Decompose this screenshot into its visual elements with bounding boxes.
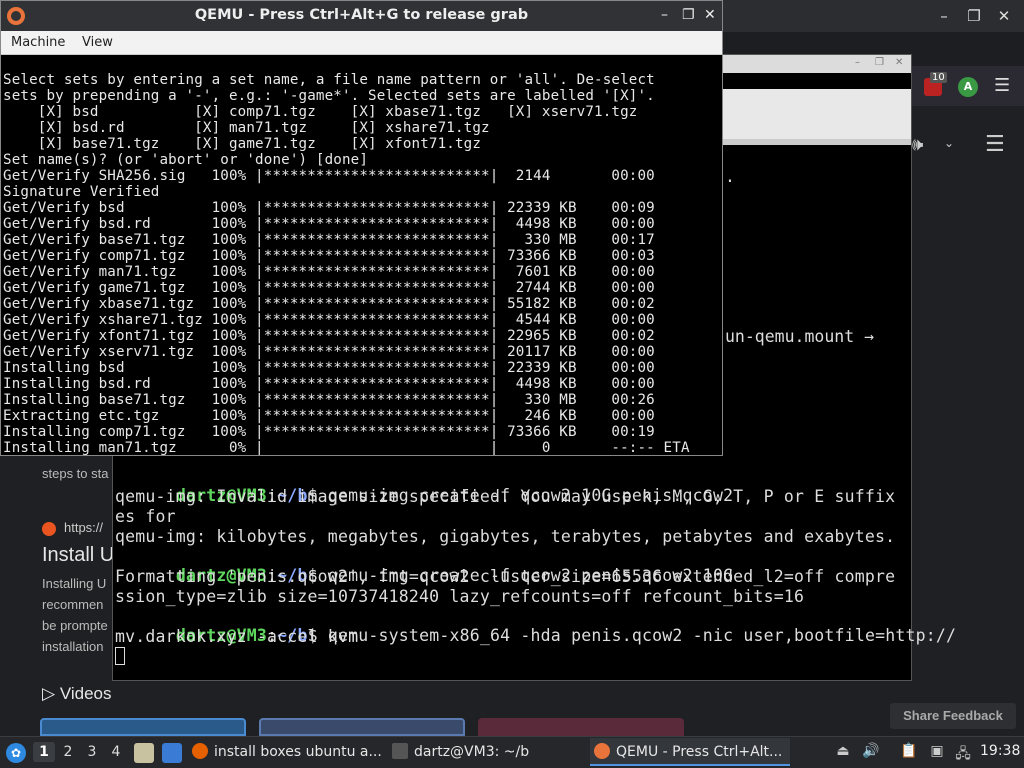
menu-view[interactable]: View (82, 35, 113, 50)
vm-console-line: Signature Verified (3, 184, 160, 200)
network-icon[interactable]: 🖧 (954, 743, 972, 767)
maximize-icon[interactable]: ❐ (682, 7, 695, 23)
videos-heading[interactable]: ▷ Videos (42, 684, 112, 704)
result-url[interactable]: https:// (64, 520, 103, 535)
terminal-line: ssion_type=zlib size=10737418240 lazy_re… (115, 587, 805, 606)
video-thumbnail[interactable] (478, 718, 684, 736)
video-thumbnail[interactable] (40, 718, 246, 736)
workspace-2[interactable]: 2 (57, 744, 79, 760)
vm-console-line: Set name(s)? (or 'abort' or 'done') [don… (3, 152, 369, 168)
vm-console-line: Get/Verify man71.tgz 100% |*************… (3, 264, 655, 280)
result-title[interactable]: Install U (42, 544, 114, 567)
video-thumbnail[interactable] (259, 718, 465, 736)
vm-console-line: Get/Verify xbase71.tgz 100% |***********… (3, 296, 655, 312)
firefox-icon (192, 743, 208, 759)
clock: 19:38 (980, 743, 1021, 759)
start-menu-icon[interactable]: ✿ (6, 743, 26, 763)
minimize-icon[interactable]: – (934, 6, 954, 26)
play-icon: ▷ (42, 684, 56, 703)
terminal-line: Formatting 'penis.qcow2', fmt=qcow2 clus… (115, 567, 896, 586)
speaker-icon[interactable]: 🕪 (912, 134, 923, 155)
result-snippet-line: installation (42, 639, 104, 654)
browser-menu-icon[interactable]: ☰ (994, 75, 1010, 96)
vm-console-line: [X] bsd [X] comp71.tgz [X] xbase71.tgz [… (3, 104, 638, 120)
close-icon[interactable]: ✕ (994, 6, 1014, 26)
eject-icon[interactable]: ⏏ (834, 743, 852, 759)
qemu-titlebar[interactable]: QEMU - Press Ctrl+Alt+G to release grab … (1, 1, 722, 31)
steps-text: steps to sta (42, 466, 109, 481)
volume-icon[interactable]: 🔊 (862, 743, 880, 759)
terminal-line: mv.darkok.xyz -accel kvm (115, 627, 359, 646)
vm-console-line: Get/Verify comp71.tgz 100% |************… (3, 248, 655, 264)
qemu-window-title: QEMU - Press Ctrl+Alt+G to release grab (194, 7, 529, 23)
vm-console-line: Get/Verify SHA256.sig 100% |************… (3, 168, 655, 184)
terminal-fragment: un-qemu.mount → (725, 327, 875, 346)
vm-console-line: Installing man71.tgz 0% | | 0 --:-- ETA (3, 440, 690, 455)
ublock-count: 10 (930, 72, 947, 83)
vm-console-line: Get/Verify bsd 100% |*******************… (3, 200, 655, 216)
result-snippet-line: be prompte (42, 618, 108, 633)
vm-console-line: Get/Verify xfont71.tgz 100% |***********… (3, 328, 655, 344)
result-snippet-line: Installing U (42, 576, 107, 591)
chevron-down-icon[interactable]: ⌄ (944, 136, 954, 150)
vm-console-line: [X] bsd.rd [X] man71.tgz [X] xshare71.tg… (3, 120, 490, 136)
display-icon[interactable]: ▣ (928, 743, 946, 759)
vm-console-line: [X] base71.tgz [X] game71.tgz [X] xfont7… (3, 136, 482, 152)
terminal-fragment: . (725, 167, 735, 186)
clipboard-icon[interactable]: 📋 (900, 743, 918, 759)
site-menu-icon[interactable]: ☰ (985, 132, 1005, 157)
vm-console-line: Installing comp71.tgz 100% |************… (3, 424, 655, 440)
vm-console-line: Installing base71.tgz 100% |************… (3, 392, 655, 408)
vm-console-line: Installing bsd.rd 100% |****************… (3, 376, 655, 392)
extension-icon[interactable]: A (958, 77, 978, 97)
vm-console-line: Get/Verify game71.tgz 100% |************… (3, 280, 655, 296)
vm-console-line: Get/Verify xshare71.tgz 100% |**********… (3, 312, 655, 328)
result-snippet-line: recommen (42, 597, 104, 612)
qemu-window[interactable]: QEMU - Press Ctrl+Alt+G to release grab … (0, 0, 723, 456)
terminal-cursor (115, 647, 125, 665)
share-feedback-button[interactable]: Share Feedback (890, 703, 1016, 729)
vm-console-line: Get/Verify base71.tgz 100% |************… (3, 232, 655, 248)
workspace-1[interactable]: 1 (33, 742, 55, 762)
vm-console-line: Extracting etc.tgz 100% |***************… (3, 408, 655, 424)
menu-machine[interactable]: Machine (11, 35, 65, 50)
show-desktop-icon[interactable] (162, 743, 182, 763)
terminal-line: qemu-img: Invalid image size specified. … (115, 487, 896, 506)
file-manager-icon[interactable] (134, 743, 154, 763)
terminal-icon (392, 743, 408, 759)
qemu-icon (594, 743, 610, 759)
task-firefox[interactable]: install boxes ubuntu a... (192, 738, 388, 766)
task-terminal[interactable]: dartz@VM3: ~/b (392, 738, 584, 766)
minimize-icon[interactable]: – (661, 7, 668, 23)
workspace-4[interactable]: 4 (105, 744, 127, 760)
vm-console-line: Get/Verify bsd.rd 100% |****************… (3, 216, 655, 232)
qemu-menubar: Machine View (1, 31, 722, 55)
close-icon[interactable]: ✕ (704, 7, 716, 23)
maximize-icon[interactable]: ❐ (964, 6, 984, 26)
workspace-3[interactable]: 3 (81, 744, 103, 760)
vm-console-line: Installing bsd 100% |*******************… (3, 360, 655, 376)
qemu-vm-display[interactable]: Select sets by entering a set name, a fi… (1, 56, 722, 455)
vm-console-line: Get/Verify xserv71.tgz 100% |***********… (3, 344, 655, 360)
terminal-line: es for (115, 507, 176, 526)
vm-console-line: sets by prepending a '-', e.g.: '-game*'… (3, 88, 655, 104)
task-qemu[interactable]: QEMU - Press Ctrl+Alt... (590, 738, 790, 766)
terminal-line: qemu-img: kilobytes, megabytes, gigabyte… (115, 527, 896, 546)
ubuntu-icon (42, 522, 56, 536)
vm-console-line: Select sets by entering a set name, a fi… (3, 72, 655, 88)
